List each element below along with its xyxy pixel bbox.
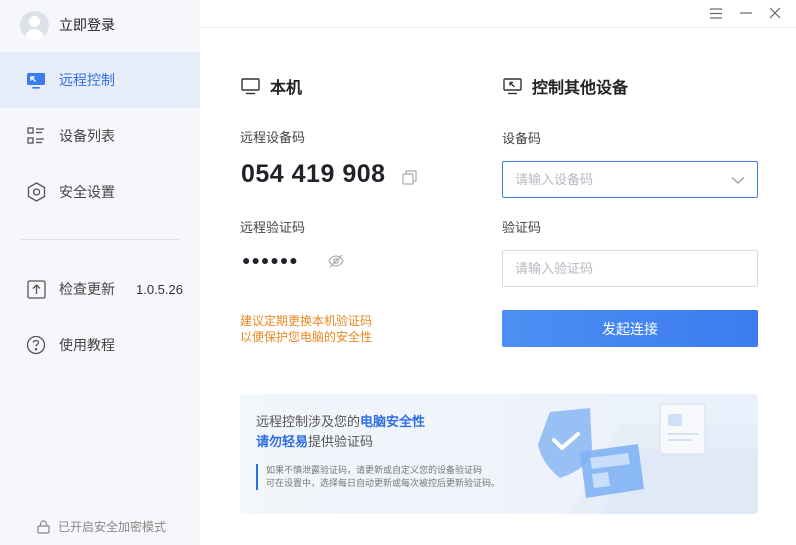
sidebar-item-check-update[interactable]: 检查更新 1.0.5.26: [0, 261, 200, 317]
banner-note-line1: 如果不慎泄露验证码，请更新或自定义您的设备验证码: [266, 465, 483, 475]
remote-device-code-label: 设备码: [502, 131, 542, 146]
sidebar-item-remote-control[interactable]: 远程控制: [0, 52, 200, 108]
remote-verify-code-label: 验证码: [502, 220, 542, 235]
monitor-remote-icon: [502, 76, 522, 96]
device-code-input[interactable]: [502, 161, 758, 198]
list-icon: [26, 126, 46, 146]
security-banner: 远程控制涉及您的电脑安全性 请勿轻易提供验证码 如果不慎泄露验证码，请更新或自定…: [240, 394, 758, 514]
security-tip-line1: 建议定期更换本机验证码: [240, 314, 373, 328]
menu-icon[interactable]: [707, 4, 725, 22]
encryption-status-label: 已开启安全加密模式: [58, 520, 167, 534]
banner-line1: 远程控制涉及您的电脑安全性: [256, 411, 425, 430]
sidebar-item-label: 使用教程: [59, 337, 115, 353]
login-label: 立即登录: [59, 17, 115, 33]
banner-line2: 请勿轻易提供验证码: [256, 431, 373, 450]
sidebar-item-security[interactable]: 安全设置: [0, 164, 200, 220]
avatar: [20, 10, 49, 40]
login-button[interactable]: 立即登录: [20, 8, 115, 42]
lock-icon: [36, 519, 50, 534]
verify-code-input[interactable]: [502, 250, 758, 287]
monitor-icon: [240, 76, 260, 96]
security-tip-line2: 以便保护您电脑的安全性: [240, 330, 373, 344]
help-icon: [26, 335, 46, 355]
sidebar-divider: [20, 239, 180, 240]
copy-icon[interactable]: [402, 170, 417, 185]
banner-note: 如果不慎泄露验证码，请更新或自定义您的设备验证码 可在设置中，选择每日自动更新或…: [256, 464, 500, 490]
sidebar-item-label: 设备列表: [59, 128, 115, 144]
local-section-title: 本机: [240, 74, 302, 98]
sidebar: 立即登录 远程控制 设备列表 安全设置 检查更新 1.0.5.26 使用教程 已…: [0, 0, 200, 545]
device-code-value: 054 419 908: [241, 160, 386, 188]
sidebar-item-tutorial[interactable]: 使用教程: [0, 317, 200, 373]
remote-section-title: 控制其他设备: [502, 74, 628, 98]
sidebar-item-label: 检查更新: [59, 281, 115, 297]
version-label: 1.0.5.26: [136, 281, 183, 297]
sidebar-item-device-list[interactable]: 设备列表: [0, 108, 200, 164]
banner-line2-suffix: 提供验证码: [308, 434, 374, 449]
local-title: 本机: [270, 80, 303, 97]
sidebar-item-label: 远程控制: [59, 72, 115, 88]
banner-note-line2: 可在设置中，选择每日自动更新或每次被控后更新验证码。: [266, 478, 501, 488]
close-icon[interactable]: [766, 4, 784, 22]
sidebar-item-label: 安全设置: [59, 184, 115, 200]
minimize-icon[interactable]: [737, 4, 755, 22]
device-code-label: 远程设备码: [240, 130, 306, 145]
security-tip: 建议定期更换本机验证码 以便保护您电脑的安全性: [240, 313, 372, 345]
banner-line1-highlight: 电脑安全性: [360, 414, 426, 429]
shield-hex-icon: [26, 182, 46, 202]
encryption-status: 已开启安全加密模式: [36, 518, 166, 535]
verify-code-masked: ●●●●●●: [242, 252, 299, 268]
banner-line2-highlight: 请勿轻易: [256, 434, 309, 449]
verify-code-label: 远程验证码: [240, 220, 306, 235]
eye-hidden-icon[interactable]: [328, 254, 344, 268]
titlebar: [200, 0, 796, 28]
security-illustration: [538, 403, 758, 514]
banner-line1-prefix: 远程控制涉及您的: [256, 414, 361, 429]
remote-title: 控制其他设备: [532, 80, 629, 97]
chevron-down-icon[interactable]: [731, 173, 745, 187]
monitor-remote-icon: [26, 70, 46, 90]
connect-button[interactable]: 发起连接: [502, 310, 758, 347]
upload-icon: [26, 279, 46, 299]
